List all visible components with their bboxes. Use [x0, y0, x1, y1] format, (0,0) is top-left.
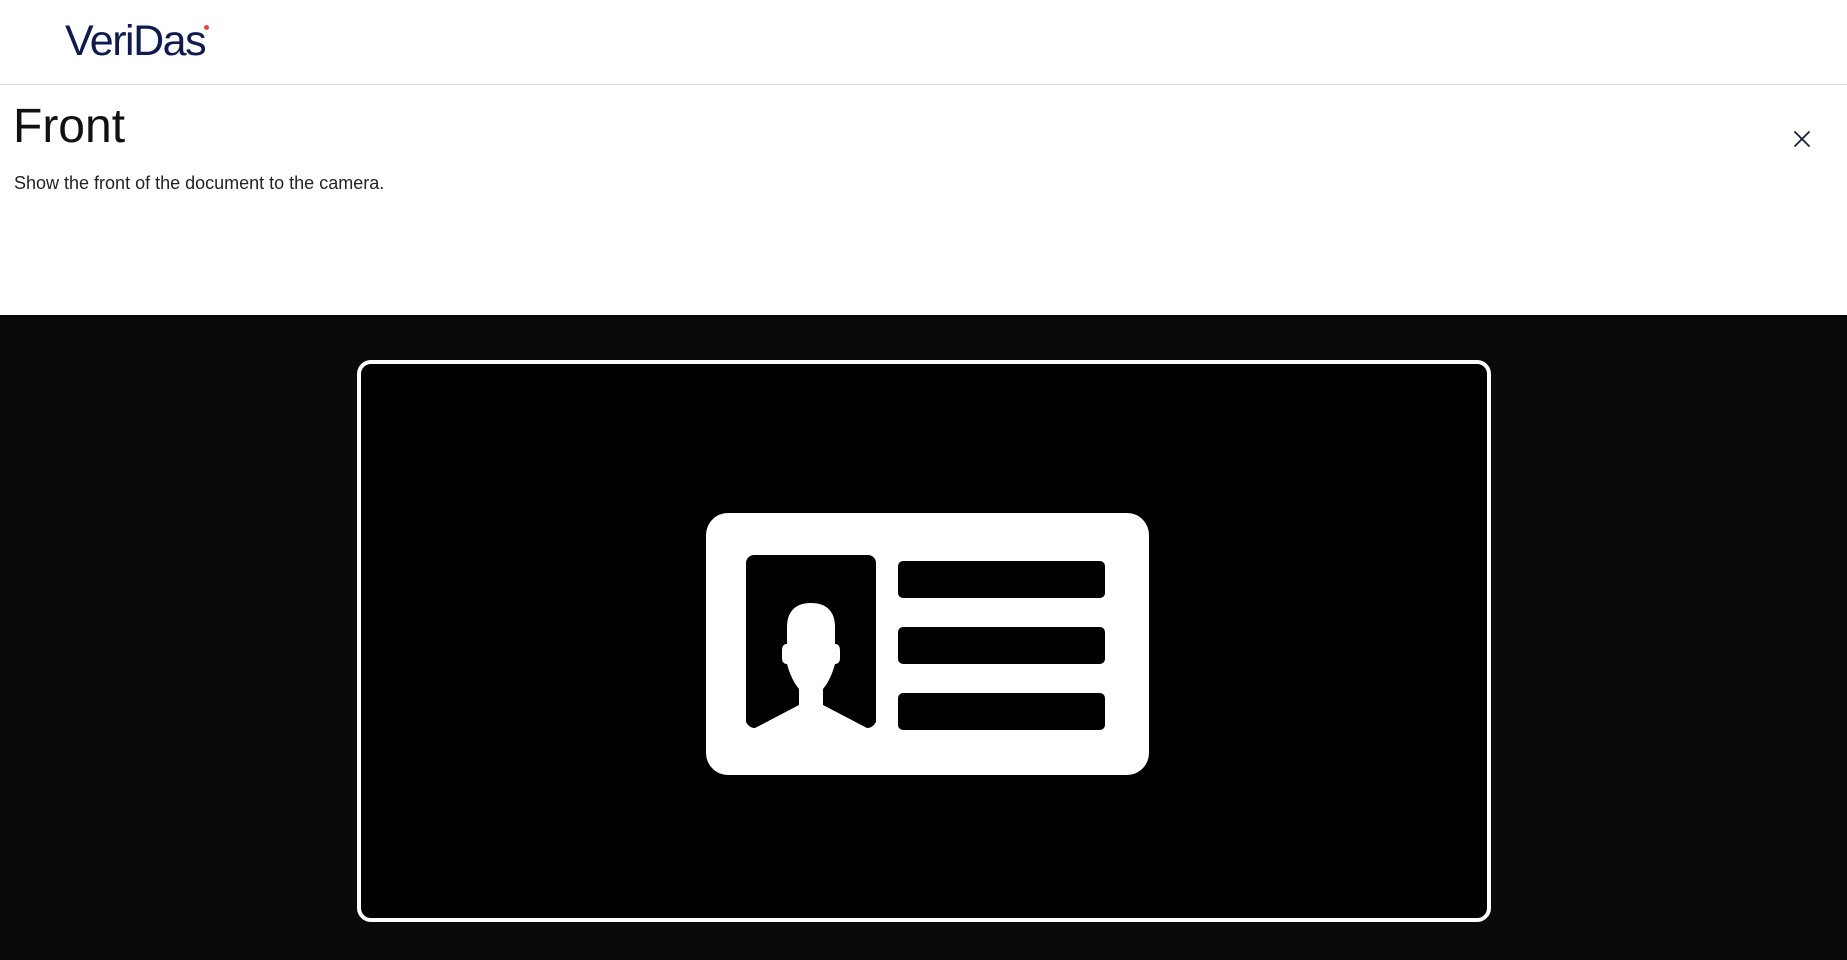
logo-text: VeriDas [65, 16, 207, 65]
instructions-panel: Front Show the front of the document to … [0, 85, 1847, 315]
instruction-text: Show the front of the document to the ca… [14, 173, 385, 193]
header: VeriDas [0, 0, 1847, 85]
logo-accent-dot [204, 25, 209, 30]
capture-screen: VeriDas Front Show the front of the docu… [0, 0, 1847, 960]
close-button[interactable] [1788, 125, 1816, 153]
camera-view [0, 315, 1847, 960]
id-card-icon [706, 513, 1149, 775]
veridas-logo: VeriDas [65, 16, 209, 65]
document-frame [357, 360, 1491, 922]
page-title: Front [13, 100, 126, 153]
close-icon [1794, 131, 1810, 147]
